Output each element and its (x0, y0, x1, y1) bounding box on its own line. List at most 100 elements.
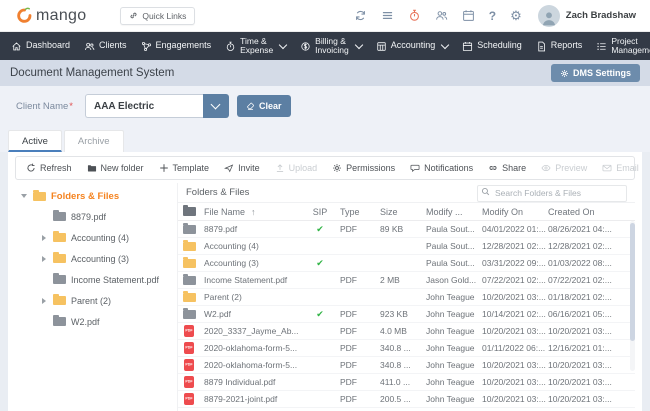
tree-item-label: 8879.pdf (71, 211, 107, 222)
column-sip[interactable]: SIP (304, 207, 340, 217)
content-card: Refresh New folder Template Invite Uploa… (8, 152, 642, 411)
modified-by: Paula Sout... (426, 224, 475, 234)
search-input[interactable] (477, 184, 627, 202)
folder-icon (53, 315, 66, 326)
dms-settings-button[interactable]: DMS Settings (550, 64, 640, 82)
quick-links-button[interactable]: Quick Links (120, 6, 196, 25)
settings-gear-icon[interactable] (510, 7, 522, 25)
template-button[interactable]: Template (159, 163, 209, 173)
tree-item-label: Income Statement.pdf (71, 274, 160, 285)
email-button[interactable]: Email (602, 163, 639, 173)
file-type: PDF (340, 360, 357, 370)
nav-item-dashboard[interactable]: Dashboard (4, 32, 77, 60)
table-row[interactable]: 8879 Individual.pdf PDF 411.0 ... John T… (178, 374, 635, 391)
share-button[interactable]: Share (488, 163, 526, 173)
table-row[interactable]: 2020_3337_Jayme_Ab... PDF 4.0 MB John Te… (178, 323, 635, 340)
column-type[interactable]: Type (340, 207, 380, 217)
file-name: Parent (2) (204, 292, 242, 302)
file-type-icon (182, 256, 196, 268)
nav-item-scheduling[interactable]: Scheduling (455, 32, 529, 60)
timer-icon[interactable] (408, 9, 421, 22)
scrollbar-thumb[interactable] (630, 223, 635, 341)
file-size: 923 KB (380, 309, 408, 319)
reports-icon (536, 41, 547, 52)
refresh-button[interactable]: Refresh (26, 163, 72, 173)
column-created-on[interactable]: Created On (548, 207, 635, 217)
tab-archive[interactable]: Archive (63, 130, 124, 152)
modified-on: 03/31/2022 09:... (482, 258, 546, 268)
file-type-icon (184, 376, 194, 388)
file-size: 89 KB (380, 224, 404, 234)
invite-button[interactable]: Invite (224, 163, 260, 173)
tree-item[interactable]: W2.pdf (19, 311, 177, 332)
preview-button[interactable]: Preview (541, 163, 587, 173)
table-row[interactable]: 2020-oklahoma-form-5... PDF 340.8 ... Jo… (178, 357, 635, 374)
accounting-icon (376, 41, 387, 52)
nav-item-engagements[interactable]: Engagements (134, 32, 219, 60)
search-icon (481, 188, 490, 196)
file-name: 8879 Individual.pdf (204, 377, 276, 387)
billing-icon (300, 41, 311, 52)
file-type: PDF (340, 275, 357, 285)
table-row[interactable]: W2.pdf PDF 923 KB John Teague 10/14/2021… (178, 306, 635, 323)
file-size: 411.0 ... (380, 377, 411, 387)
clients-icon (84, 41, 95, 52)
file-name: W2.pdf (204, 309, 231, 319)
table-row[interactable]: Accounting (4) Paula Sout... 12/28/2021 … (178, 238, 635, 255)
tree-item[interactable]: Accounting (4) (19, 227, 177, 248)
mango-logo[interactable]: mango (16, 7, 86, 25)
user-menu[interactable]: Zach Bradshaw (537, 4, 636, 27)
clear-button[interactable]: Clear (236, 95, 291, 117)
nav-item-billing-invoicing[interactable]: Billing & Invoicing (293, 32, 369, 60)
column-modified-by[interactable]: Modify ... (426, 207, 482, 217)
tree-item[interactable]: 8879.pdf (19, 206, 177, 227)
upload-button[interactable]: Upload (275, 163, 317, 173)
tab-active[interactable]: Active (8, 130, 62, 152)
permissions-button[interactable]: Permissions (332, 163, 395, 173)
modified-by: John Teague (426, 343, 475, 353)
tree-item[interactable]: Parent (2) (19, 290, 177, 311)
nav-item-reports[interactable]: Reports (529, 32, 590, 60)
calendar-icon[interactable] (462, 9, 475, 22)
tree-root-label: Folders & Files (51, 190, 120, 202)
table-row[interactable]: 2020-oklahoma-form-5... PDF 340.8 ... Jo… (178, 340, 635, 357)
table-row[interactable]: 8879-2021-joint.pdf PDF 200.5 ... John T… (178, 391, 635, 408)
nav-item-accounting[interactable]: Accounting (369, 32, 456, 60)
table-row[interactable]: 8879.pdf PDF 89 KB Paula Sout... 04/01/2… (178, 221, 635, 238)
nav-item-time-expense[interactable]: Time & Expense (218, 32, 293, 60)
modified-on: 10/20/2021 03:... (482, 394, 546, 404)
calendar-icon (462, 41, 473, 52)
help-icon[interactable]: ? (489, 9, 496, 23)
nav-item-project-management[interactable]: Project Management (589, 32, 650, 60)
required-mark: * (69, 100, 73, 112)
sync-icon[interactable] (354, 9, 367, 22)
nav-label: Scheduling (477, 40, 522, 51)
table-row[interactable]: Accounting (3) Paula Sout... 03/31/2022 … (178, 255, 635, 272)
logo-text: mango (36, 6, 87, 24)
select-chevron-button[interactable] (202, 94, 229, 118)
tree-item[interactable]: Income Statement.pdf (19, 269, 177, 290)
file-name: 2020-oklahoma-form-5... (204, 360, 298, 370)
column-file-name[interactable]: File Name ↑ (204, 207, 304, 217)
users-icon[interactable] (435, 9, 448, 22)
tree-item[interactable]: Accounting (3) (19, 248, 177, 269)
modified-on: 10/14/2021 02:... (482, 309, 546, 319)
column-modified-on[interactable]: Modify On (482, 207, 548, 217)
client-name-input[interactable] (84, 94, 203, 118)
top-header: mango Quick Links ? ⚙ Zach Bradshaw (0, 0, 650, 32)
table-row[interactable]: Parent (2) John Teague 10/20/2021 03:...… (178, 289, 635, 306)
page-title-bar: Document Management System DMS Settings (0, 60, 650, 86)
created-on: 10/20/2021 03:... (548, 377, 612, 387)
notifications-button[interactable]: Notifications (410, 163, 473, 173)
new-folder-button[interactable]: New folder (87, 163, 144, 173)
modified-on: 04/01/2022 01:... (482, 224, 546, 234)
file-size: 2 MB (380, 275, 400, 285)
folder-icon (182, 205, 196, 216)
modified-by: John Teague (426, 394, 475, 404)
column-size[interactable]: Size (380, 207, 426, 217)
tree-item-label: Accounting (4) (71, 232, 130, 243)
nav-item-clients[interactable]: Clients (77, 32, 134, 60)
menu-icon[interactable] (381, 9, 394, 22)
table-row[interactable]: Income Statement.pdf PDF 2 MB Jason Gold… (178, 272, 635, 289)
tree-root-folders-files[interactable]: Folders & Files (19, 186, 177, 206)
